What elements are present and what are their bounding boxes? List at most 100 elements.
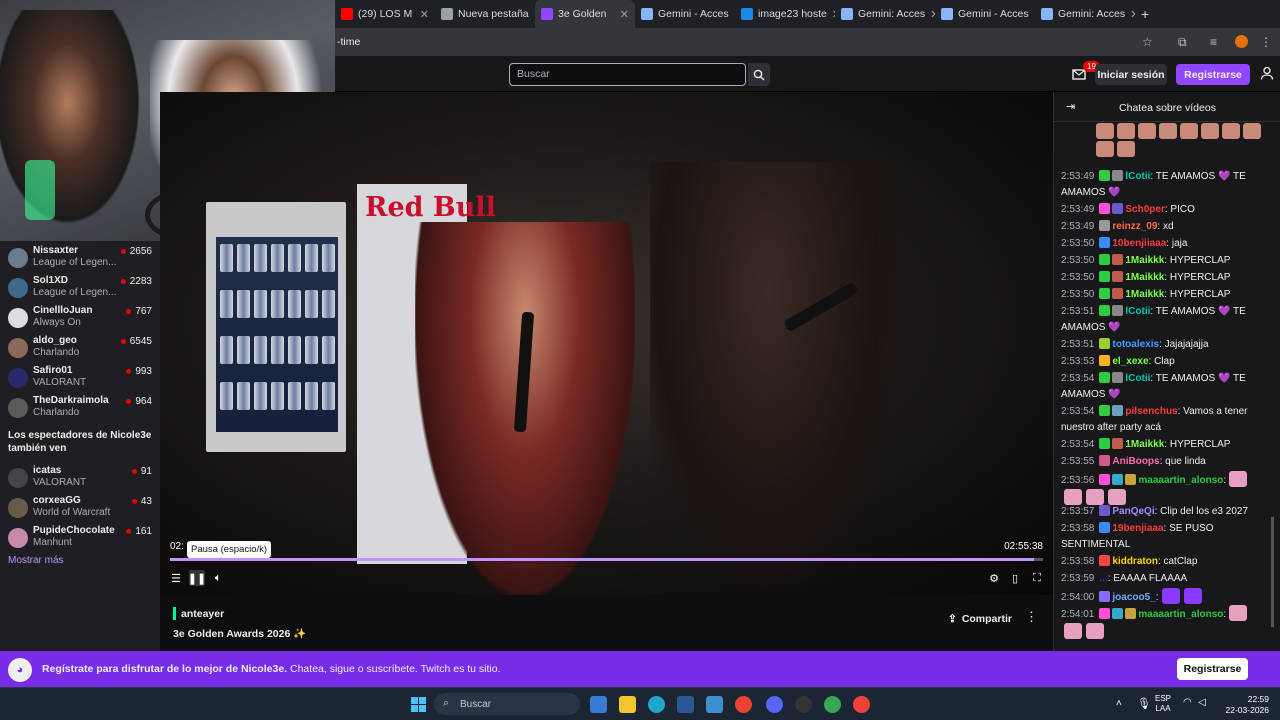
chat-emote (1201, 123, 1219, 139)
taskbar-search[interactable]: ⌕ Buscar (434, 693, 580, 715)
close-tab-icon[interactable]: ✕ (420, 8, 429, 21)
browser-menu-icon[interactable]: ⋮ (1260, 35, 1272, 49)
chat-username[interactable]: 19benjiaaa (1112, 523, 1163, 534)
tray-chevron-icon[interactable]: ˄ (1116, 698, 1122, 709)
browser-tab[interactable]: (29) LOS M ✕ (335, 0, 435, 28)
sidebar-channel[interactable]: icatas VALORANT 91 (0, 463, 160, 493)
video-date[interactable]: anteayer (181, 608, 224, 620)
chat-message: 2:53:49 Sch0per: PICO (1061, 202, 1267, 218)
viewer-count: 6545 (120, 336, 152, 347)
sidebar-channel[interactable]: Sol1XD League of Legen... 2283 (0, 273, 160, 303)
chat-username[interactable]: totoalexis (1112, 339, 1159, 350)
search-button[interactable] (748, 63, 770, 86)
user-icon[interactable] (1260, 66, 1274, 80)
chat-username[interactable]: el_xexe (1112, 356, 1148, 367)
chapters-icon[interactable]: ☰ (168, 570, 184, 586)
login-button[interactable]: Iniciar sesión (1095, 64, 1167, 85)
settings-gear-icon[interactable]: ⚙ (986, 570, 1002, 586)
browser-tab[interactable]: Gemini: Acces ✕ (1035, 0, 1135, 28)
scene-can (288, 336, 301, 364)
sidebar-channel[interactable]: Nissaxter League of Legen... 2656 (0, 243, 160, 273)
outlook-icon[interactable] (706, 696, 723, 713)
taskbar-clock[interactable]: 22:59 22-03-2026 (1213, 694, 1269, 716)
obs-icon[interactable] (795, 696, 812, 713)
sidebar-channel[interactable]: CinellloJuan Always On 767 (0, 303, 160, 333)
seek-bar[interactable] (170, 558, 1043, 561)
chat-username[interactable]: reinzz_09 (1112, 221, 1157, 232)
show-more-link[interactable]: Mostrar más (8, 555, 64, 566)
chat-username[interactable]: lCotii (1125, 171, 1150, 182)
chat-scrollbar[interactable] (1271, 517, 1274, 627)
chat-message: 2:53:51 lCotii: TE AMAMOS 💜 TE AMAMOS 💜 (1061, 304, 1267, 336)
extensions-icon[interactable]: ⧉ (1178, 35, 1187, 50)
chat-username[interactable]: lCotii (1125, 373, 1150, 384)
input-language[interactable]: ESP LAA (1155, 694, 1171, 714)
browser-tab[interactable]: Gemini - Acces✕ (635, 0, 735, 28)
chat-username[interactable]: maaaartin_alonso (1138, 475, 1223, 486)
chat-username[interactable]: AniBoops (1112, 456, 1159, 467)
chat-badge-icon (1112, 405, 1124, 416)
viewer-count: 993 (126, 366, 152, 377)
pause-icon[interactable]: ❚❚ (188, 570, 206, 586)
chat-timestamp: 2:53:50 (1061, 255, 1095, 266)
more-options-icon[interactable]: ⋮ (1025, 609, 1038, 625)
chat-username[interactable]: 10benjiiaaa (1112, 238, 1166, 249)
chat-username[interactable]: PanQeQi (1112, 506, 1154, 517)
chrome-active-icon[interactable] (853, 696, 870, 713)
media-controls-icon[interactable]: ≡ (1210, 35, 1217, 49)
sidebar-channel[interactable]: aldo_geo Charlando 6545 (0, 333, 160, 363)
channel-avatar (8, 528, 28, 548)
chat-message: 2:53:51 totoalexis: Jajajajajja (1061, 337, 1267, 353)
edge-icon[interactable] (648, 696, 665, 713)
browser-address-bar[interactable]: -time ☆ ⧉ ≡ ⋮ (335, 28, 1280, 56)
chat-message: 2:53:54 lCotii: TE AMAMOS 💜 TE AMAMOS 💜 (1061, 371, 1267, 403)
banner-register-button[interactable]: Registrarse (1177, 658, 1248, 680)
browser-tab[interactable]: Gemini - Acces✕ (935, 0, 1035, 28)
chat-emote (1243, 123, 1261, 139)
chat-username[interactable]: 1Maikkk (1125, 289, 1164, 300)
search-input[interactable]: Buscar (509, 63, 746, 86)
sidebar-channel[interactable]: TheDarkraimola Charlando 964 (0, 393, 160, 423)
chrome-profile-icon[interactable] (824, 696, 841, 713)
share-button[interactable]: ⇪ Compartir (942, 609, 1018, 628)
chat-username[interactable]: 1Maikkk (1125, 272, 1164, 283)
chat-text: : (1155, 592, 1159, 603)
chat-username[interactable]: lCotii (1125, 306, 1150, 317)
chat-username[interactable]: ... (1099, 573, 1107, 584)
browser-tab[interactable]: Nueva pestaña✕ (435, 0, 535, 28)
chat-username[interactable]: pilsenchus (1125, 406, 1177, 417)
close-tab-icon[interactable]: ✕ (620, 8, 629, 21)
chat-username[interactable]: Sch0per (1125, 204, 1164, 215)
bookmark-star-icon[interactable]: ☆ (1142, 35, 1153, 49)
chat-username[interactable]: maaaartin_alonso (1138, 609, 1223, 620)
browser-tab[interactable]: image23 hoste✕ (735, 0, 835, 28)
discord-icon[interactable] (766, 696, 783, 713)
video-player[interactable]: Red Bull 02: Pausa (espacio/k) 02:55:38 … (160, 92, 1053, 595)
theatre-mode-icon[interactable]: ▯ (1007, 570, 1023, 586)
fullscreen-icon[interactable]: ⛶ (1029, 570, 1045, 586)
store-icon[interactable] (677, 696, 694, 713)
chat-text: : xd (1157, 221, 1174, 232)
profile-avatar[interactable] (1235, 35, 1248, 48)
browser-tab[interactable]: Gemini: Acces ✕ (835, 0, 935, 28)
widgets-icon[interactable] (590, 696, 607, 713)
volume-icon[interactable]: 🔈︎ (210, 570, 226, 586)
register-button[interactable]: Registrarse (1176, 64, 1250, 85)
browser-tab[interactable]: 3e Golden ✕ (535, 0, 635, 28)
chat-timestamp: 2:53:51 (1061, 339, 1095, 350)
sidebar-channel[interactable]: corxeaGG World of Warcraft 43 (0, 493, 160, 523)
new-tab-icon[interactable]: + (1135, 0, 1155, 28)
sidebar-channel[interactable]: PupideChocolate Manhunt 161 (0, 523, 160, 553)
chat-username[interactable]: kiddraton (1112, 556, 1158, 567)
file-explorer-icon[interactable] (619, 696, 636, 713)
chrome-icon[interactable] (735, 696, 752, 713)
chat-badge-icon (1099, 220, 1111, 231)
microphone-icon[interactable]: 🎙︎ (1137, 697, 1151, 710)
speaker-icon[interactable]: ◁ (1198, 697, 1206, 708)
wifi-icon[interactable]: ◠ (1183, 697, 1192, 708)
chat-username[interactable]: 1Maikkk (1125, 255, 1164, 266)
windows-start-icon[interactable] (411, 697, 426, 712)
chat-username[interactable]: 1Maikkk (1125, 439, 1164, 450)
chat-username[interactable]: joacoo5_ (1112, 592, 1155, 603)
sidebar-channel[interactable]: Safiro01 VALORANT 993 (0, 363, 160, 393)
